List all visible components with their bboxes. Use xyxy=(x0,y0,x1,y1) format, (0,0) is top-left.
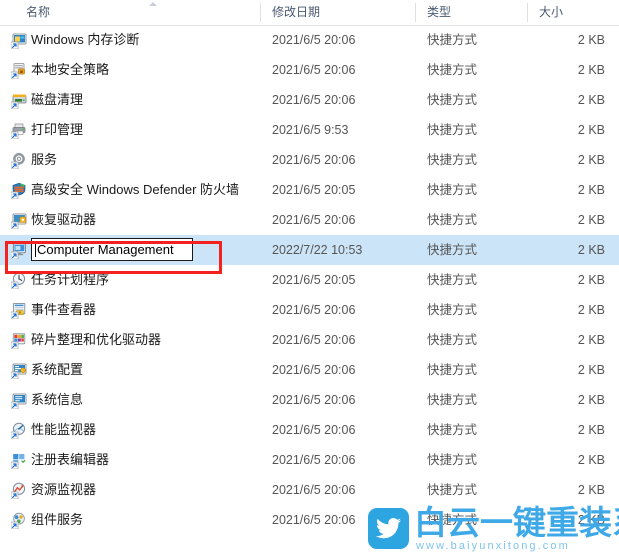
table-row[interactable]: 磁盘清理 2021/6/5 20:06 快捷方式 2 KB xyxy=(0,85,619,115)
cell-date-modified: 2021/6/5 20:05 xyxy=(272,183,356,197)
local-security-policy-icon xyxy=(11,62,28,79)
table-row[interactable]: Windows 内存诊断 2021/6/5 20:06 快捷方式 2 KB xyxy=(0,25,619,55)
cell-date-modified: 2021/6/5 20:06 xyxy=(272,303,356,317)
cell-date-modified: 2021/6/5 20:06 xyxy=(272,423,356,437)
table-row[interactable]: 注册表编辑器 2021/6/5 20:06 快捷方式 2 KB xyxy=(0,445,619,475)
cell-size: 2 KB xyxy=(577,303,605,317)
watermark-title: 白云一键重装系统 xyxy=(414,503,619,542)
cell-date-modified: 2021/6/5 20:06 xyxy=(272,33,356,47)
cell-date-modified: 2021/6/5 20:06 xyxy=(272,213,356,227)
cell-date-modified: 2021/6/5 20:06 xyxy=(272,333,356,347)
cell-name: 组件服务 xyxy=(31,512,84,527)
file-list: Windows 内存诊断 2021/6/5 20:06 快捷方式 2 KB 本地安全策略… xyxy=(0,25,619,535)
cell-name: 磁盘清理 xyxy=(31,92,84,107)
registry-editor-icon xyxy=(11,452,28,469)
cell-date-modified: 2021/6/5 20:06 xyxy=(272,453,356,467)
cell-name: 事件查看器 xyxy=(31,302,97,317)
cell-name: 任务计划程序 xyxy=(31,272,110,287)
firewall-shield-icon xyxy=(11,182,28,199)
defragment-icon xyxy=(11,332,28,349)
table-row[interactable]: Computer Management 2022/7/22 10:53 快捷方式 2 … xyxy=(0,235,619,265)
cell-name: 性能监视器 xyxy=(31,422,97,437)
cell-size: 2 KB xyxy=(577,183,605,197)
cell-name: 打印管理 xyxy=(31,122,84,137)
cell-name: 注册表编辑器 xyxy=(31,452,110,467)
rename-input-value: Computer Management xyxy=(37,242,174,257)
cell-name: 服务 xyxy=(31,152,58,167)
performance-monitor-icon xyxy=(11,422,28,439)
cell-size: 2 KB xyxy=(577,153,605,167)
cell-size: 2 KB xyxy=(577,453,605,467)
cell-size: 2 KB xyxy=(577,93,605,107)
cell-date-modified: 2021/6/5 9:53 xyxy=(272,123,349,137)
cell-date-modified: 2021/6/5 20:06 xyxy=(272,393,356,407)
table-row[interactable]: 高级安全 Windows Defender 防火墙 2021/6/5 20:05 快… xyxy=(0,175,619,205)
cell-size: 2 KB xyxy=(577,273,605,287)
cell-name: 本地安全策略 xyxy=(31,62,110,77)
disk-cleanup-icon xyxy=(11,92,28,109)
table-row[interactable]: 系统配置 2021/6/5 20:06 快捷方式 2 KB xyxy=(0,355,619,385)
task-scheduler-clock-icon xyxy=(11,272,28,289)
column-divider-date-type[interactable] xyxy=(415,3,416,22)
column-header-type[interactable]: 类型 xyxy=(427,0,451,25)
table-row[interactable]: 任务计划程序 2021/6/5 20:05 快捷方式 2 KB xyxy=(0,265,619,295)
computer-management-icon xyxy=(11,242,28,259)
column-header-date-modified[interactable]: 修改日期 xyxy=(272,0,320,25)
cell-size: 2 KB xyxy=(577,393,605,407)
cell-date-modified: 2021/6/5 20:06 xyxy=(272,63,356,77)
table-row[interactable]: 本地安全策略 2021/6/5 20:06 快捷方式 2 KB xyxy=(0,55,619,85)
cell-name: Windows 内存诊断 xyxy=(31,32,140,47)
cell-date-modified: 2021/6/5 20:06 xyxy=(272,93,356,107)
table-row[interactable]: 系统信息 2021/6/5 20:06 快捷方式 2 KB xyxy=(0,385,619,415)
cell-date-modified: 2021/6/5 20:06 xyxy=(272,153,356,167)
cell-name: 恢复驱动器 xyxy=(31,212,97,227)
watermark: 白云一键重装系统 www.baiyunxitong.com xyxy=(368,500,619,554)
table-row[interactable]: 打印管理 2021/6/5 9:53 快捷方式 2 KB xyxy=(0,115,619,145)
cell-name: 高级安全 Windows Defender 防火墙 xyxy=(31,182,240,197)
table-row[interactable]: 服务 2021/6/5 20:06 快捷方式 2 KB xyxy=(0,145,619,175)
sort-ascending-icon xyxy=(149,1,158,7)
cell-size: 2 KB xyxy=(577,363,605,377)
column-divider-type-size[interactable] xyxy=(527,3,528,22)
file-explorer-window: 名称 修改日期 类型 大小 Windows 内存诊断 2021/6/5 20:06… xyxy=(0,0,619,554)
cell-date-modified: 2022/7/22 10:53 xyxy=(272,243,363,257)
cell-size: 2 KB xyxy=(577,33,605,47)
resource-monitor-icon xyxy=(11,482,28,499)
table-row[interactable]: 性能监视器 2021/6/5 20:06 快捷方式 2 KB xyxy=(0,415,619,445)
cell-date-modified: 2021/6/5 20:05 xyxy=(272,273,356,287)
services-gear-icon xyxy=(11,152,28,169)
column-header-size[interactable]: 大小 xyxy=(539,0,563,25)
cell-name: 系统配置 xyxy=(31,362,84,377)
memory-diagnostic-icon xyxy=(11,32,28,49)
twitter-bird-icon xyxy=(368,508,409,549)
event-viewer-icon xyxy=(11,302,28,319)
cell-name: 碎片整理和优化驱动器 xyxy=(31,332,162,347)
cell-name: 系统信息 xyxy=(31,392,84,407)
component-services-icon xyxy=(11,512,28,529)
cell-name: 资源监视器 xyxy=(31,482,97,497)
column-header-name[interactable]: 名称 xyxy=(26,0,50,25)
cell-size: 2 KB xyxy=(577,333,605,347)
system-information-icon xyxy=(11,392,28,409)
cell-size: 2 KB xyxy=(577,423,605,437)
recovery-drive-icon xyxy=(11,212,28,229)
column-header-bar: 名称 修改日期 类型 大小 xyxy=(0,0,619,26)
cell-size: 2 KB xyxy=(577,63,605,77)
table-row[interactable]: 碎片整理和优化驱动器 2021/6/5 20:06 快捷方式 2 KB xyxy=(0,325,619,355)
table-row[interactable]: 事件查看器 2021/6/5 20:06 快捷方式 2 KB xyxy=(0,295,619,325)
print-management-icon xyxy=(11,122,28,139)
cell-size: 2 KB xyxy=(577,243,605,257)
text-cursor xyxy=(35,242,36,257)
cell-size: 2 KB xyxy=(577,213,605,227)
watermark-url: www.baiyunxitong.com xyxy=(416,540,570,552)
system-configuration-icon xyxy=(11,362,28,379)
table-row[interactable]: 恢复驱动器 2021/6/5 20:06 快捷方式 2 KB xyxy=(0,205,619,235)
column-divider-name-date[interactable] xyxy=(260,3,261,22)
cell-size: 2 KB xyxy=(577,123,605,137)
cell-date-modified: 2021/6/5 20:06 xyxy=(272,363,356,377)
rename-input[interactable]: Computer Management xyxy=(31,238,193,261)
